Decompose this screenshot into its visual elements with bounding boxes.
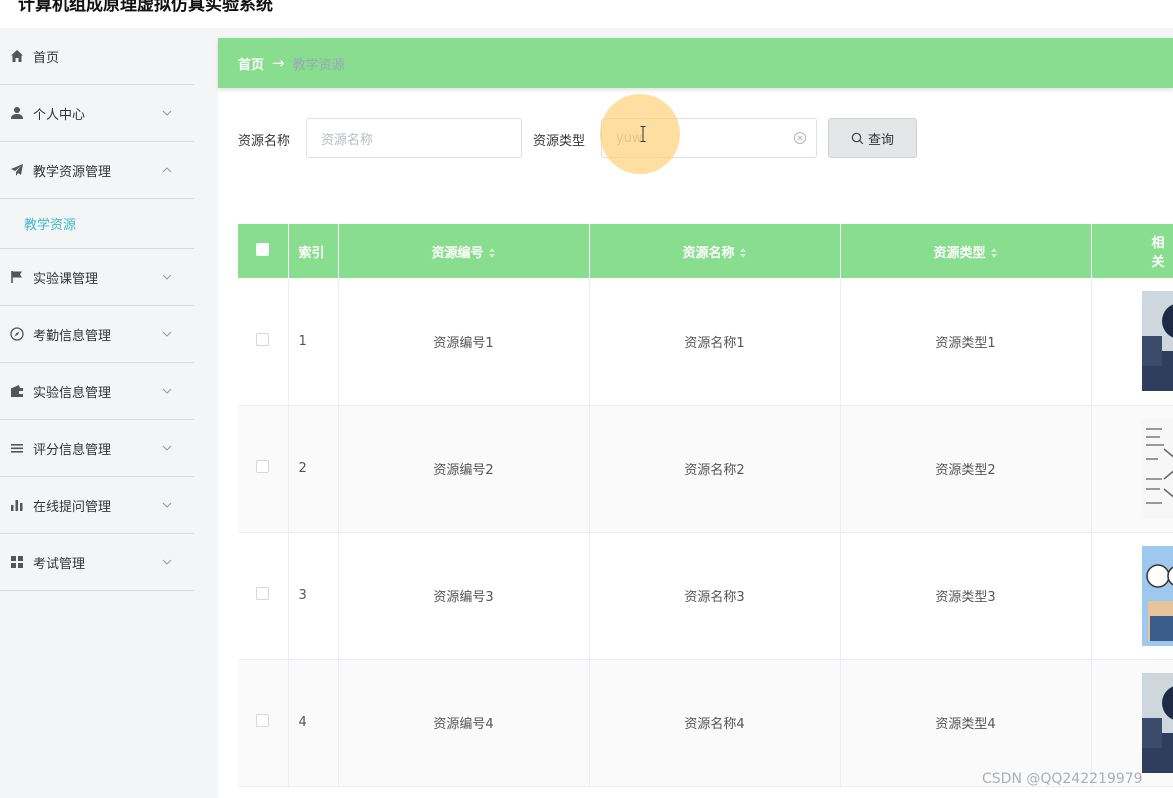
row-checkbox[interactable] xyxy=(256,714,270,727)
table-row[interactable]: 4 资源编号4 资源名称4 资源类型4 xyxy=(238,659,1173,787)
watermark: CSDN @QQ242219979 xyxy=(982,771,1143,787)
row-code: 资源编号2 xyxy=(338,405,590,533)
table-row[interactable]: 2 资源编号2 资源名称2 资源类型2 xyxy=(238,405,1173,533)
sidebar-item-lab-course[interactable]: 实验课管理 xyxy=(0,249,194,306)
chevron-down-icon xyxy=(161,328,173,340)
resource-type-label: 资源类型 xyxy=(533,134,586,149)
sort-icon[interactable] xyxy=(990,247,998,259)
wallet-icon xyxy=(9,383,25,399)
chevron-down-icon xyxy=(161,556,173,568)
sidebar-item-experiment-info[interactable]: 实验信息管理 xyxy=(0,363,194,420)
row-checkbox[interactable] xyxy=(256,332,270,346)
resource-name-label: 资源名称 xyxy=(238,134,291,149)
row-code: 资源编号3 xyxy=(338,532,590,660)
bar-chart-icon xyxy=(9,497,25,513)
resource-name-input[interactable]: 资源名称 xyxy=(306,118,522,158)
table-header-row: 索引 资源编号 资源名称 资源类型 相关 xyxy=(238,224,1173,278)
resource-table: 索引 资源编号 资源名称 资源类型 相关 1 资源编号1 资源名称1 资源类型1… xyxy=(238,224,1173,787)
sidebar-item-label: 教学资源管理 xyxy=(33,164,112,180)
breadcrumb-current: 教学资源 xyxy=(292,57,345,73)
sidebar-item-online-questions[interactable]: 在线提问管理 xyxy=(0,477,194,534)
column-header-name[interactable]: 资源名称 xyxy=(589,224,841,278)
sidebar: 首页 个人中心 教学资源管理 教学资源 实验课管理 考勤信息管理 实验信息管理 xyxy=(0,28,194,798)
sidebar-item-label: 个人中心 xyxy=(33,107,86,123)
row-index: 4 xyxy=(288,659,339,787)
sidebar-item-label: 考试管理 xyxy=(33,556,86,572)
table-row[interactable]: 3 资源编号3 资源名称3 资源类型3 xyxy=(238,532,1173,660)
sidebar-item-teaching-resources[interactable]: 教学资源管理 xyxy=(0,142,194,199)
row-name: 资源名称4 xyxy=(589,659,841,787)
breadcrumb: 首页 → 教学资源 xyxy=(218,38,1173,88)
row-type: 资源类型4 xyxy=(840,659,1092,787)
chevron-down-icon xyxy=(161,442,173,454)
home-icon xyxy=(9,48,25,64)
select-all-cell xyxy=(238,224,289,278)
resource-name-placeholder: 资源名称 xyxy=(321,132,374,148)
row-type: 资源类型2 xyxy=(840,405,1092,533)
breadcrumb-arrow: → xyxy=(272,54,285,72)
grid-icon xyxy=(9,554,25,570)
column-header-label: 资源名称 xyxy=(682,245,735,261)
row-index: 3 xyxy=(288,532,339,660)
sidebar-subitem-teaching-resource[interactable]: 教学资源 xyxy=(0,199,194,249)
resource-thumbnail[interactable] xyxy=(1141,418,1173,519)
sort-icon[interactable] xyxy=(739,247,747,259)
column-header-related: 相关 xyxy=(1091,224,1173,278)
resource-type-value: yuw xyxy=(616,130,643,146)
column-header-index: 索引 xyxy=(288,224,339,278)
sidebar-item-home[interactable]: 首页 xyxy=(0,28,194,85)
row-index: 1 xyxy=(288,278,339,406)
row-type: 资源类型3 xyxy=(840,532,1092,660)
sidebar-item-label: 考勤信息管理 xyxy=(33,328,112,344)
row-name: 资源名称1 xyxy=(589,278,841,406)
sort-icon[interactable] xyxy=(488,247,496,259)
select-all-checkbox[interactable] xyxy=(256,242,270,256)
row-code: 资源编号4 xyxy=(338,659,590,787)
row-index: 2 xyxy=(288,405,339,533)
row-name: 资源名称2 xyxy=(589,405,841,533)
table-row[interactable]: 1 资源编号1 资源名称1 资源类型1 xyxy=(238,278,1173,406)
query-button-label: 查询 xyxy=(867,132,894,148)
column-header-label: 资源类型 xyxy=(933,245,986,261)
clear-icon[interactable] xyxy=(793,131,807,145)
sidebar-item-scoring[interactable]: 评分信息管理 xyxy=(0,420,194,477)
compass-icon xyxy=(9,326,25,342)
sidebar-item-label: 评分信息管理 xyxy=(33,442,112,458)
column-header-label: 相关 xyxy=(1151,236,1165,270)
resource-thumbnail[interactable] xyxy=(1141,545,1173,646)
chevron-up-icon xyxy=(161,164,173,176)
row-name: 资源名称3 xyxy=(589,532,841,660)
chevron-down-icon xyxy=(161,385,173,397)
search-icon xyxy=(851,132,864,145)
sidebar-item-label: 实验课管理 xyxy=(33,271,99,287)
sidebar-item-personal-center[interactable]: 个人中心 xyxy=(0,85,194,142)
chevron-down-icon xyxy=(161,271,173,283)
column-header-label: 资源编号 xyxy=(431,245,484,261)
sidebar-item-label: 首页 xyxy=(33,50,60,66)
breadcrumb-home[interactable]: 首页 xyxy=(238,54,264,73)
row-checkbox[interactable] xyxy=(256,460,270,473)
sidebar-item-label: 在线提问管理 xyxy=(33,499,112,515)
user-icon xyxy=(9,105,25,121)
flag-icon xyxy=(9,269,25,285)
chevron-down-icon xyxy=(161,499,173,511)
resource-type-input[interactable]: yuw xyxy=(601,118,817,158)
row-type: 资源类型1 xyxy=(840,278,1092,406)
chevron-down-icon xyxy=(161,107,173,119)
sidebar-item-label: 实验信息管理 xyxy=(33,385,112,401)
resource-thumbnail[interactable] xyxy=(1141,672,1173,773)
query-button[interactable]: 查询 xyxy=(828,118,917,158)
row-checkbox[interactable] xyxy=(256,587,270,600)
row-code: 资源编号1 xyxy=(338,278,590,406)
app-title: 计算机组成原理虚拟仿真实验系统 xyxy=(18,0,273,15)
list-icon xyxy=(9,440,25,456)
sidebar-item-attendance[interactable]: 考勤信息管理 xyxy=(0,306,194,363)
sidebar-item-exam[interactable]: 考试管理 xyxy=(0,534,194,591)
column-header-type[interactable]: 资源类型 xyxy=(840,224,1092,278)
column-header-code[interactable]: 资源编号 xyxy=(338,224,590,278)
resource-thumbnail[interactable] xyxy=(1141,291,1173,392)
send-icon xyxy=(9,162,25,178)
